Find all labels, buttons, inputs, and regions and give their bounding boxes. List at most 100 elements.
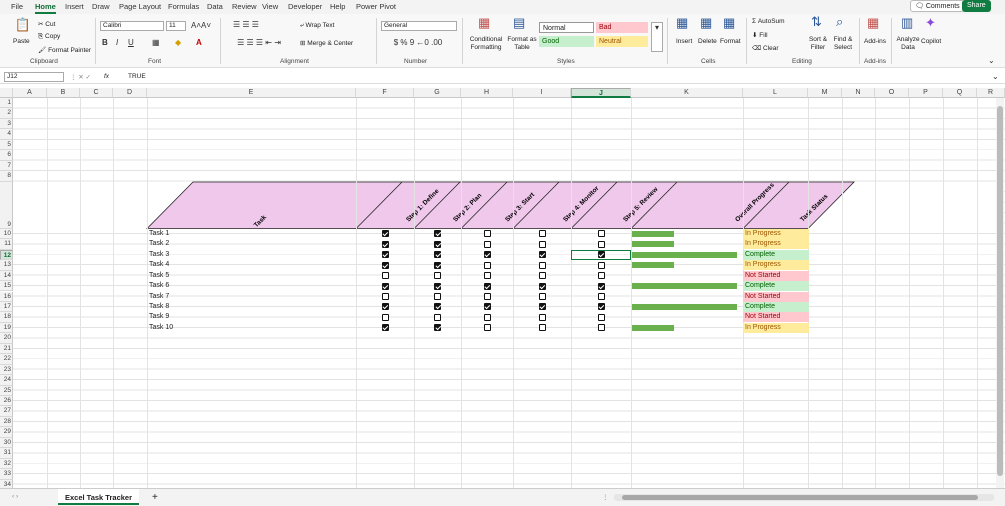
row-header-15[interactable]: 15 — [0, 281, 13, 292]
step-2-checkbox[interactable] — [434, 293, 441, 300]
row-header-17[interactable]: 17 — [0, 301, 13, 313]
row-header-26[interactable]: 26 — [0, 396, 13, 407]
step-5-checkbox[interactable] — [597, 303, 605, 311]
column-header-b[interactable]: B — [47, 88, 80, 98]
column-header-g[interactable]: G — [414, 88, 461, 98]
menu-tab-view[interactable]: View — [262, 2, 278, 11]
step-3-checkbox[interactable] — [483, 303, 491, 311]
sort-filter-icon[interactable]: ⇅ — [811, 15, 822, 28]
horizontal-scroll-thumb[interactable] — [622, 495, 978, 500]
step-2-checkbox[interactable] — [434, 282, 441, 290]
active-cell-selection[interactable] — [571, 249, 631, 261]
row-header-23[interactable]: 23 — [0, 364, 13, 376]
autosum-button[interactable]: Σ AutoSum — [752, 18, 785, 25]
column-header-m[interactable]: M — [808, 88, 842, 98]
format-painter-button[interactable]: 🖌 Format Painter — [38, 46, 91, 54]
task-status[interactable]: Not Started — [743, 270, 809, 281]
formula-cancel-icon[interactable]: ⋮ ✕ ✓ — [70, 73, 91, 81]
spreadsheet-grid[interactable]: Task Step 1: Define Step 2: Plan Step 3: St… — [0, 88, 1005, 488]
step-3-checkbox[interactable] — [483, 282, 491, 290]
number-format-select[interactable]: General — [381, 21, 457, 31]
task-status[interactable]: In Progress — [743, 322, 809, 333]
step-4-checkbox[interactable] — [538, 272, 546, 280]
step-3-checkbox[interactable] — [483, 293, 491, 300]
step-1-checkbox[interactable] — [381, 272, 389, 280]
step-4-checkbox[interactable] — [538, 303, 546, 311]
cut-button[interactable]: ✂ Cut — [38, 20, 55, 28]
row-header-31[interactable]: 31 — [0, 448, 13, 459]
task-name[interactable]: Task 6 — [149, 281, 169, 291]
row-header-12[interactable]: 12 — [0, 249, 13, 261]
menu-tab-file[interactable]: File — [11, 2, 23, 11]
task-name[interactable]: Task 10 — [149, 323, 173, 333]
menu-tab-insert[interactable]: Insert — [65, 2, 84, 11]
task-status[interactable]: In Progress — [743, 260, 809, 271]
step-1-checkbox[interactable] — [381, 261, 389, 269]
horizontal-scrollbar[interactable] — [614, 494, 994, 501]
prev-sheet-icon[interactable]: ‹ › — [12, 493, 18, 500]
delete-cells-icon[interactable]: ▦ — [700, 16, 712, 29]
step-4-checkbox[interactable] — [538, 240, 546, 248]
row-header-34[interactable]: 34 — [0, 479, 13, 488]
fx-label[interactable]: fx — [104, 73, 109, 80]
step-2-checkbox[interactable] — [434, 324, 441, 332]
task-name[interactable]: Task 2 — [149, 239, 169, 249]
step-5-checkbox[interactable] — [597, 282, 605, 290]
align-left-icon[interactable]: ☰ ☰ ☰ ⇤ ⇥ — [226, 38, 292, 48]
column-header-i[interactable]: I — [513, 88, 571, 98]
style-good[interactable]: Good — [539, 36, 594, 47]
menu-tab-data[interactable]: Data — [207, 2, 223, 11]
expand-formula-icon[interactable]: ⌄ — [992, 72, 999, 82]
add-sheet-icon[interactable]: + — [152, 492, 158, 503]
step-5-checkbox[interactable] — [597, 324, 605, 332]
copy-button[interactable]: ⎘ Copy — [38, 33, 60, 41]
fill-color-icon[interactable]: ◆ — [175, 38, 181, 48]
step-3-checkbox[interactable] — [483, 324, 491, 332]
step-2-checkbox[interactable] — [434, 261, 441, 269]
row-header-24[interactable]: 24 — [0, 375, 13, 386]
step-4-checkbox[interactable] — [538, 230, 546, 238]
collapse-ribbon-icon[interactable]: ⌄ — [988, 56, 995, 66]
column-header-q[interactable]: Q — [943, 88, 977, 98]
paste-icon[interactable]: 📋 — [14, 18, 32, 31]
menu-tab-help[interactable]: Help — [330, 2, 345, 11]
merge-center-button[interactable]: ⊞ Merge & Center — [300, 39, 353, 47]
add-ins-icon[interactable]: ▦ — [867, 16, 879, 29]
vertical-scrollbar[interactable] — [996, 98, 1004, 488]
step-1-checkbox[interactable] — [381, 282, 389, 290]
step-1-checkbox[interactable] — [381, 240, 389, 248]
row-header-18[interactable]: 18 — [0, 312, 13, 323]
step-4-checkbox[interactable] — [538, 293, 546, 300]
step-3-checkbox[interactable] — [483, 272, 491, 280]
step-5-checkbox[interactable] — [597, 293, 605, 300]
format-cells-button[interactable]: Format — [720, 38, 741, 45]
step-2-checkbox[interactable] — [434, 240, 441, 248]
task-status[interactable]: In Progress — [743, 228, 809, 239]
copilot-icon[interactable]: ✦ — [925, 16, 936, 29]
copilot-button[interactable]: Copilot — [921, 38, 941, 45]
task-status[interactable]: Complete — [743, 301, 809, 312]
step-3-checkbox[interactable] — [483, 230, 491, 238]
wrap-text-button[interactable]: ⤶ Wrap Text — [300, 22, 334, 30]
row-header-28[interactable]: 28 — [0, 416, 13, 428]
column-header-a[interactable]: A — [13, 88, 47, 98]
step-5-checkbox[interactable] — [597, 261, 605, 269]
step-5-checkbox[interactable] — [597, 313, 605, 321]
row-header-10[interactable]: 10 — [0, 228, 13, 240]
style-bad[interactable]: Bad — [596, 22, 648, 33]
row-header-30[interactable]: 30 — [0, 437, 13, 449]
task-name[interactable]: Task 4 — [149, 260, 169, 270]
step-2-checkbox[interactable] — [434, 230, 441, 238]
underline-icon[interactable]: U — [128, 38, 134, 48]
row-header-9[interactable]: 9 — [0, 181, 13, 230]
row-header-32[interactable]: 32 — [0, 458, 13, 470]
step-5-checkbox[interactable] — [597, 240, 605, 248]
column-header-r[interactable]: R — [977, 88, 1005, 98]
task-name[interactable]: Task 9 — [149, 312, 169, 322]
sort-filter-button[interactable]: Sort & Filter — [806, 36, 830, 52]
step-4-checkbox[interactable] — [538, 282, 546, 290]
step-4-checkbox[interactable] — [538, 251, 546, 259]
row-header-21[interactable]: 21 — [0, 343, 13, 355]
row-header-22[interactable]: 22 — [0, 354, 13, 365]
column-header-e[interactable]: E — [147, 88, 356, 98]
